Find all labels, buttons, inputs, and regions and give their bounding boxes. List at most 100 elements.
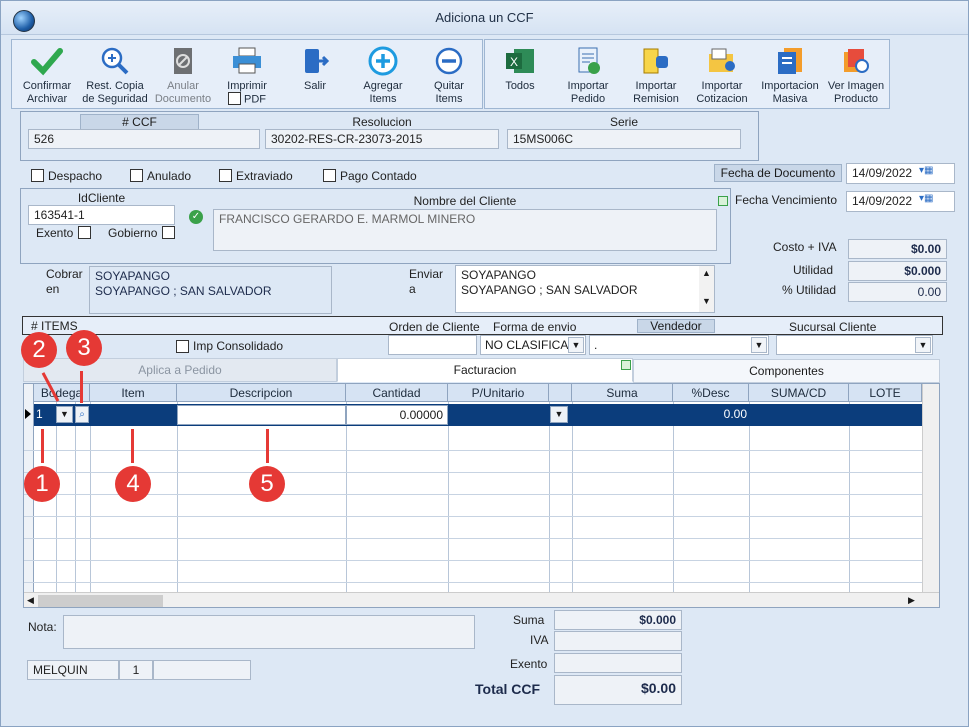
serie-field[interactable]: 15MS006C (507, 129, 741, 149)
row-pointer-icon (25, 409, 31, 419)
calendar-icon-2[interactable]: ▾▦ (919, 193, 949, 211)
toolbar-main: Confirmar Archivar Rest. Copia de Seguri… (11, 39, 483, 109)
ccf-number-field[interactable]: 526 (28, 129, 260, 149)
import-remit-button[interactable]: Importar Remision (621, 46, 691, 106)
import-quote-button[interactable]: Importar Cotizacion (687, 46, 757, 106)
sucursal-label: Sucursal Cliente (789, 320, 877, 334)
chevron-down-icon: ▼ (915, 337, 931, 353)
cantidad-cell[interactable]: 0.00000 (346, 405, 448, 425)
view-image-button[interactable]: Ver Imagen Producto (821, 46, 891, 106)
title-bar: Adiciona un CCF (1, 1, 968, 35)
gobierno-checkbox[interactable] (162, 226, 175, 239)
nota-field[interactable] (63, 615, 475, 649)
items-grid[interactable]: Bodega Item Descripcion Cantidad P/Unita… (23, 383, 940, 608)
document-panel: # CCF 526 Resolucion 30202-RES-CR-23073-… (20, 111, 759, 161)
sucursal-select[interactable]: ▼ (776, 335, 933, 355)
printer-icon (233, 47, 261, 74)
col-descripcion[interactable]: Descripcion (177, 384, 346, 402)
client-name-field[interactable]: FRANCISCO GERARDO E. MARMOL MINERO (213, 209, 717, 251)
utilidad-label: Utilidad (793, 263, 834, 277)
excel-icon: X (506, 49, 534, 73)
tab-aplica-pedido[interactable]: Aplica a Pedido (23, 358, 337, 382)
suma-value: $0.000 (554, 610, 682, 630)
gobierno-label: Gobierno (108, 226, 158, 240)
exit-door-icon (305, 49, 330, 73)
scroll-left-icon[interactable]: ◀ (27, 595, 34, 606)
marker-arrow-1 (41, 429, 44, 463)
pdf-checkbox[interactable] (227, 92, 241, 105)
marker-3: 3 (66, 330, 102, 366)
orden-cliente-field[interactable] (388, 335, 477, 355)
marker-5: 5 (249, 466, 285, 502)
tab-memo-icon[interactable] (621, 360, 631, 370)
anulado-checkbox[interactable] (130, 169, 143, 182)
extraviado-checkbox[interactable] (219, 169, 232, 182)
vendedor-select[interactable]: . ▼ (589, 335, 769, 355)
bodega-dropdown-button[interactable]: ▼ (56, 406, 73, 423)
mass-import-button[interactable]: Importacion Masiva (755, 46, 825, 106)
resolution-label: Resolucion (352, 115, 412, 129)
mass-import-icon (778, 48, 802, 74)
main-window: Adiciona un CCF Confirmar Archivar Rest.… (0, 0, 969, 727)
utilidad-value: $0.000 (848, 261, 947, 281)
pago-contado-checkbox[interactable] (323, 169, 336, 182)
forma-envio-value: NO CLASIFICAD (485, 338, 578, 352)
col-item[interactable]: Item (90, 384, 177, 402)
memo-icon[interactable] (718, 196, 728, 206)
iva-label: IVA (530, 633, 549, 647)
scroll-thumb[interactable] (38, 595, 163, 607)
exento-label: Exento (36, 226, 74, 240)
despacho-checkbox[interactable] (31, 169, 44, 182)
scroll-right-icon[interactable]: ▶ (908, 595, 915, 606)
tab-facturacion[interactable]: Facturacion (337, 358, 633, 382)
suma-label: Suma (513, 613, 545, 627)
export-all-button[interactable]: X Todos (485, 46, 555, 93)
remove-items-button[interactable]: Quitar Items (414, 46, 484, 106)
grid-horizontal-scrollbar[interactable]: ◀ ▶ (24, 592, 939, 607)
imp-consolidado-checkbox[interactable] (176, 340, 189, 353)
calendar-icon[interactable]: ▾▦ (919, 165, 949, 183)
cobrar-field[interactable]: SOYAPANGO SOYAPANGO ; SAN SALVADOR (89, 266, 332, 314)
idcliente-field[interactable]: 163541-1 (28, 205, 175, 225)
order-header-bar: # ITEMS Orden de Cliente Forma de envio … (22, 316, 943, 335)
serie-label: Serie (609, 115, 638, 129)
anulado-label: Anulado (147, 169, 192, 183)
confirm-button[interactable]: Confirmar Archivar (12, 46, 82, 106)
punitario-dropdown-button[interactable]: ▼ (550, 406, 568, 423)
enviar-scrollbar[interactable]: ▲ ▼ (699, 266, 714, 312)
print-label: Imprimir (227, 80, 267, 92)
grid-vertical-scrollbar[interactable] (922, 384, 939, 592)
costo-iva-label: Costo + IVA (773, 240, 837, 254)
desc-pct-value[interactable]: 0.00 (673, 407, 749, 421)
table-row[interactable]: 1 ▼ ⌕ 0.00000 ▼ 0.00 (34, 404, 922, 426)
col-lote[interactable]: LOTE (849, 384, 922, 402)
import-order-button[interactable]: Importar Pedido (553, 46, 623, 106)
restore-backup-button[interactable]: Rest. Copia de Seguridad (80, 46, 150, 106)
svg-text:X: X (510, 55, 518, 69)
exit-button[interactable]: Salir (280, 46, 350, 93)
client-panel: IdCliente 163541-1 Exento Gobierno ✓ Nom… (20, 188, 731, 264)
forma-envio-select[interactable]: NO CLASIFICAD ▼ (480, 335, 586, 355)
void-document-button[interactable]: Anular Documento (148, 46, 218, 106)
col-desc-pct[interactable]: %Desc (673, 384, 749, 402)
col-suma[interactable]: Suma (572, 384, 673, 402)
fecha-vencimiento-value: 14/09/2022 (852, 194, 913, 208)
col-cantidad[interactable]: Cantidad (346, 384, 448, 402)
col-punitario[interactable]: P/Unitario (448, 384, 549, 402)
bodega-value[interactable]: 1 (36, 407, 43, 421)
pdf-label: PDF (244, 93, 267, 106)
window-title: Adiciona un CCF (435, 10, 534, 25)
validate-check-icon[interactable]: ✓ (189, 210, 203, 224)
resolution-field[interactable]: 30202-RES-CR-23073-2015 (265, 129, 499, 149)
exento-checkbox[interactable] (78, 226, 91, 239)
col-blank[interactable] (549, 384, 572, 402)
enviar-field[interactable]: SOYAPANGO SOYAPANGO ; SAN SALVADOR (455, 265, 715, 313)
col-suma-cd[interactable]: SUMA/CD (749, 384, 849, 402)
cobrar-label: Cobrar en (46, 267, 83, 296)
descripcion-cell[interactable] (177, 405, 346, 425)
add-items-button[interactable]: Agregar Items (348, 46, 418, 106)
tab-componentes[interactable]: Componentes (633, 359, 940, 383)
print-button[interactable]: Imprimir PDF (212, 46, 282, 106)
item-search-icon[interactable]: ⌕ (75, 406, 89, 423)
pct-utilidad-label: % Utilidad (782, 283, 837, 297)
